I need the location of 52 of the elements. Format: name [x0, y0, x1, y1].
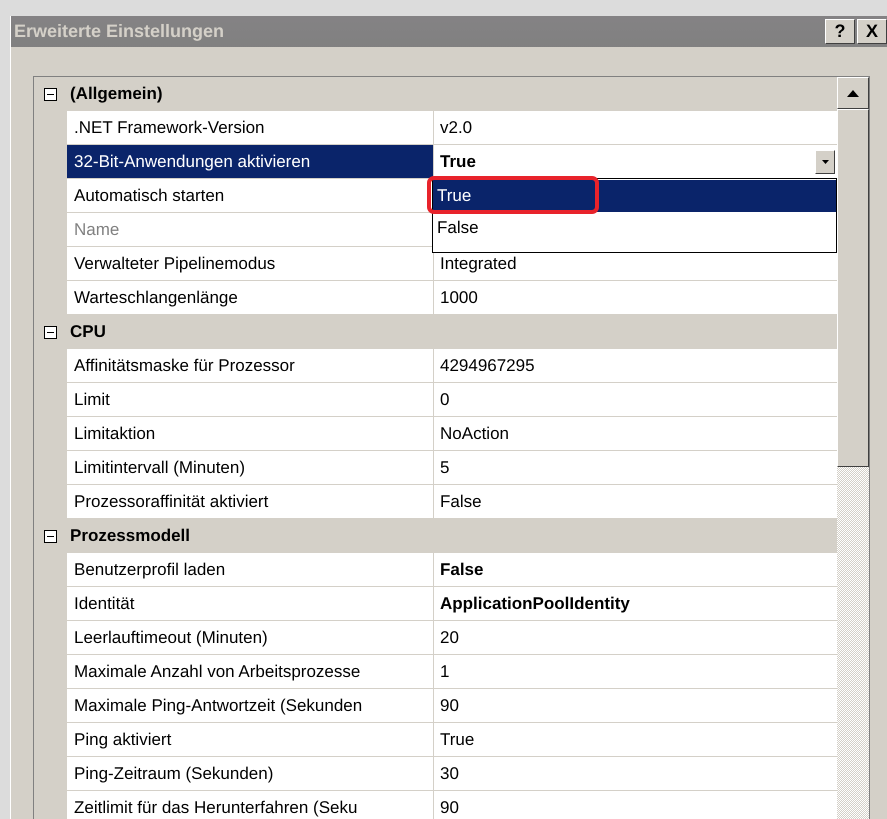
- caret-icon: [822, 160, 828, 164]
- property-name[interactable]: Limitintervall (Minuten): [67, 451, 433, 484]
- property-name[interactable]: Affinitätsmaske für Prozessor: [67, 349, 433, 382]
- property-name[interactable]: .NET Framework-Version: [67, 111, 433, 144]
- property-value[interactable]: 90: [434, 798, 459, 818]
- property-value[interactable]: False: [434, 560, 484, 580]
- property-name[interactable]: Warteschlangenlänge: [67, 281, 433, 314]
- property-value[interactable]: 90: [434, 696, 459, 716]
- help-button[interactable]: ?: [825, 19, 855, 44]
- property-name[interactable]: Zeitlimit für das Herunterfahren (Seku: [67, 791, 433, 819]
- property-value[interactable]: False: [434, 492, 482, 512]
- property-name[interactable]: Ping-Zeitraum (Sekunden): [67, 757, 433, 790]
- property-value[interactable]: 1: [434, 662, 450, 682]
- property-value[interactable]: 0: [434, 390, 450, 410]
- property-name[interactable]: Maximale Ping-Antwortzeit (Sekunden: [67, 689, 433, 722]
- property-name[interactable]: Automatisch starten: [67, 179, 433, 212]
- property-value[interactable]: 4294967295: [434, 356, 535, 376]
- property-value[interactable]: 30: [434, 764, 459, 784]
- property-name[interactable]: Ping aktiviert: [67, 723, 433, 756]
- property-name[interactable]: Prozessoraffinität aktiviert: [67, 485, 433, 518]
- property-name[interactable]: Leerlauftimeout (Minuten): [67, 621, 433, 654]
- property-name[interactable]: Maximale Anzahl von Arbeitsprozesse: [67, 655, 433, 688]
- scrollbar[interactable]: [837, 77, 869, 819]
- value-dropdown[interactable]: True: [434, 145, 837, 178]
- property-value[interactable]: v2.0: [434, 118, 472, 138]
- property-name[interactable]: Identität: [67, 587, 433, 620]
- category-header[interactable]: (Allgemein): [66, 77, 163, 111]
- property-value[interactable]: 1000: [434, 288, 478, 308]
- category-header[interactable]: CPU: [66, 315, 106, 349]
- property-name[interactable]: 32-Bit-Anwendungen aktivieren: [67, 145, 433, 178]
- property-value[interactable]: NoAction: [434, 424, 509, 444]
- property-name[interactable]: Benutzerprofil laden: [67, 553, 433, 586]
- collapse-icon[interactable]: [44, 326, 56, 338]
- close-button[interactable]: X: [857, 19, 887, 44]
- property-value[interactable]: ApplicationPoolIdentity: [434, 594, 630, 614]
- scroll-thumb[interactable]: [837, 109, 869, 467]
- collapse-icon[interactable]: [44, 530, 56, 542]
- property-value[interactable]: 5: [434, 458, 450, 478]
- property-value[interactable]: 20: [434, 628, 459, 648]
- property-name[interactable]: Limitaktion: [67, 417, 433, 450]
- dropdown-option[interactable]: False: [433, 212, 836, 244]
- property-value[interactable]: Integrated: [434, 254, 517, 274]
- category-header[interactable]: Prozessmodell: [66, 519, 190, 553]
- dropdown-button[interactable]: [815, 150, 835, 174]
- up-arrow-icon: [847, 90, 859, 96]
- property-name[interactable]: Limit: [67, 383, 433, 416]
- scroll-up-button[interactable]: [837, 77, 869, 109]
- collapse-icon[interactable]: [44, 88, 56, 100]
- selected-value: True: [439, 152, 476, 172]
- property-name[interactable]: Verwalteter Pipelinemodus: [67, 247, 433, 280]
- property-value[interactable]: True: [434, 730, 474, 750]
- window-title: Erweiterte Einstellungen: [13, 21, 224, 42]
